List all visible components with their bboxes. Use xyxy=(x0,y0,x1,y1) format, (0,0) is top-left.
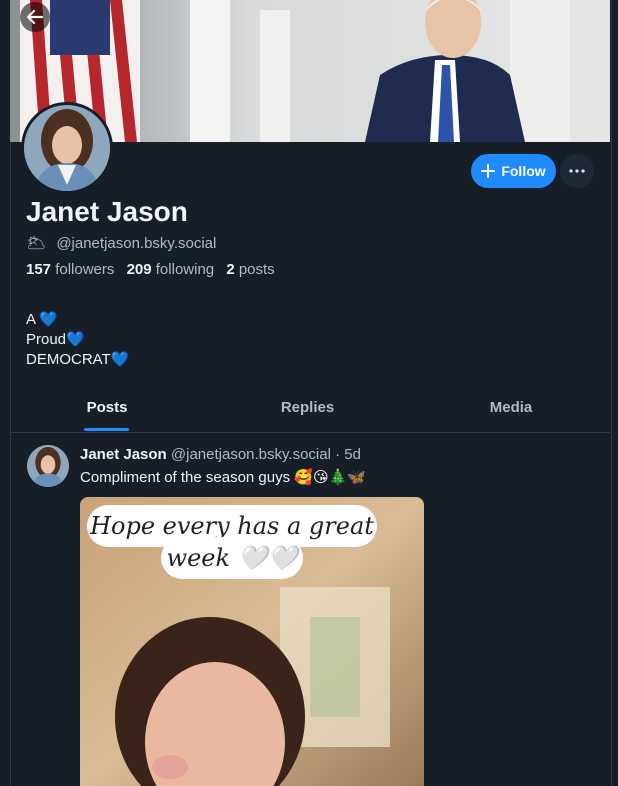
following-count: 209 xyxy=(126,261,152,278)
profile-bio: A 💙 Proud💙 DEMOCRAT💙 xyxy=(26,310,129,370)
plus-icon xyxy=(481,164,496,178)
posts-count: 2 xyxy=(226,261,235,278)
tab-posts[interactable]: Posts xyxy=(74,388,140,432)
back-button[interactable] xyxy=(20,2,50,32)
following-stat[interactable]: 209 following xyxy=(127,261,223,278)
post-image[interactable]: Hope every has a great week 🤍🤍 xyxy=(80,497,424,786)
arrow-left-icon xyxy=(26,9,44,25)
tab-media[interactable]: Media xyxy=(478,388,544,432)
followers-label: followers xyxy=(55,261,115,278)
display-name: Janet Jason xyxy=(26,196,188,227)
image-caption-line2: week 🤍🤍 xyxy=(161,537,303,579)
post-text: Compliment of the season guys 🥰😘🎄🦋 xyxy=(80,469,366,486)
post-author-handle[interactable]: @janetjason.bsky.social xyxy=(171,446,331,463)
followers-stat[interactable]: 157 followers xyxy=(26,261,122,278)
bio-line: DEMOCRAT💙 xyxy=(26,351,130,368)
follow-button-label: Follow xyxy=(501,163,546,179)
avatar-image xyxy=(24,105,110,191)
ellipsis-icon xyxy=(569,169,585,173)
profile-handle: @janetjason.bsky.social xyxy=(56,234,217,252)
active-tab-indicator xyxy=(84,428,129,431)
handle-row: 🌥 @janetjason.bsky.social xyxy=(26,233,216,253)
posts-stat: 2 posts xyxy=(226,261,274,278)
post-author-name[interactable]: Janet Jason xyxy=(80,446,167,463)
followers-count: 157 xyxy=(26,261,52,278)
tab-replies[interactable]: Replies xyxy=(270,388,345,432)
follow-button[interactable]: Follow xyxy=(471,154,556,188)
profile-tabs: Posts Replies Media xyxy=(10,388,610,433)
post-avatar-image xyxy=(27,445,69,487)
post-header: Janet Jason @janetjason.bsky.social · 5d xyxy=(80,446,361,463)
handle-emoji: 🌥 xyxy=(26,235,47,252)
bio-line: A 💙 xyxy=(26,311,59,328)
profile-stats: 157 followers 209 following 2 posts xyxy=(26,261,275,278)
more-options-button[interactable] xyxy=(560,154,594,188)
posts-label: posts xyxy=(238,261,275,278)
following-label: following xyxy=(155,261,215,278)
post-author-avatar[interactable] xyxy=(27,445,69,487)
post-age[interactable]: · 5d xyxy=(335,446,361,463)
profile-avatar[interactable] xyxy=(21,102,113,194)
bio-line: Proud💙 xyxy=(26,331,85,348)
